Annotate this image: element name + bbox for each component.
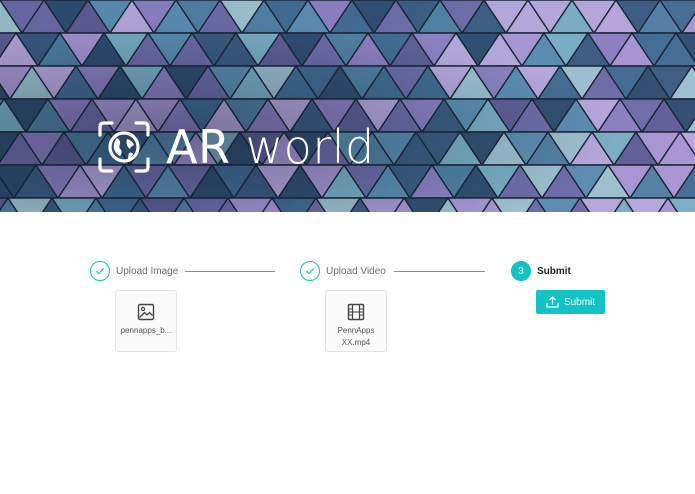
submit-button-label: Submit [563, 296, 596, 308]
file-name: pennapps_b... [120, 326, 172, 335]
step-label: Upload Image [116, 265, 179, 277]
check-icon [300, 261, 320, 281]
uploaded-video-card[interactable]: PennApps XX.mp4 [325, 290, 387, 352]
step-upload-video[interactable]: Upload Video [300, 260, 386, 282]
step-label: Upload Video [326, 265, 386, 277]
app-title-rest: world [230, 120, 375, 174]
app-title: AR world [166, 118, 375, 176]
step-upload-image[interactable]: Upload Image [90, 260, 178, 282]
step-connector [394, 271, 485, 272]
step-number-badge: 3 [511, 261, 531, 281]
globe-scan-icon [98, 121, 150, 173]
check-icon [90, 261, 110, 281]
submit-button[interactable]: Submit [536, 290, 605, 314]
steps-progress: Upload Image Upload Video 3 Submit [90, 260, 610, 282]
step-connector [185, 271, 275, 272]
step-submit[interactable]: 3 Submit [511, 260, 571, 282]
hero-banner: AR world [0, 0, 695, 212]
file-name: PennApps XX.mp4 [337, 326, 375, 347]
uploaded-image-card[interactable]: pennapps_b... [115, 290, 177, 352]
film-icon [347, 303, 365, 321]
step-label: Submit [537, 265, 571, 277]
image-icon [137, 303, 155, 321]
app-title-ar: AR [166, 120, 231, 174]
logo: AR world [96, 118, 375, 176]
upload-icon [546, 296, 559, 308]
